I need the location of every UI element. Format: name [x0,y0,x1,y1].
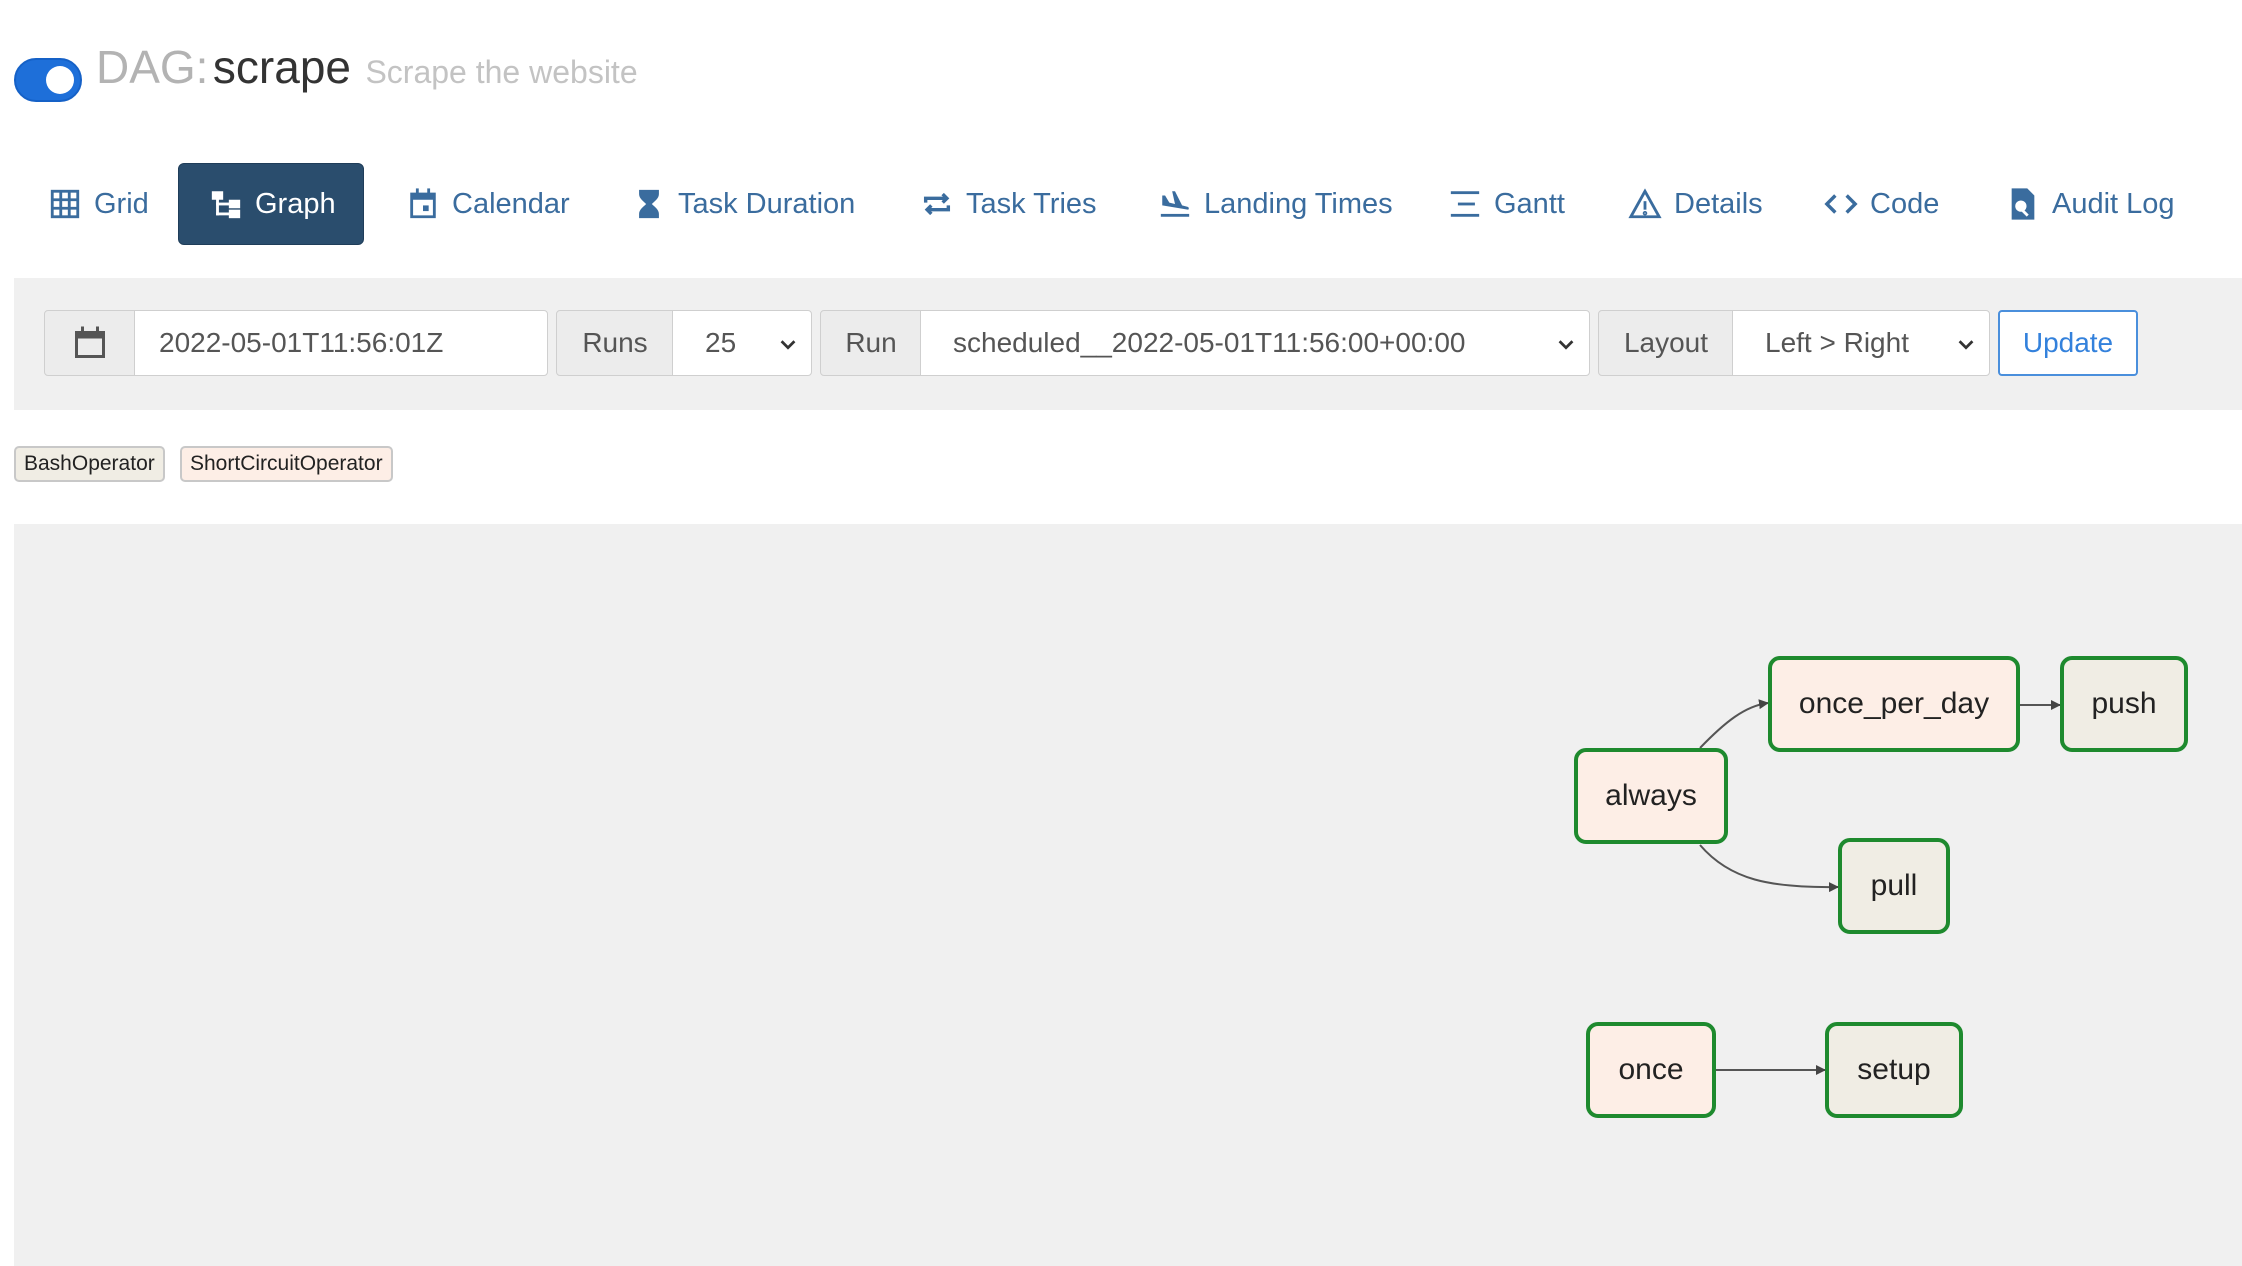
legend-shortcircuit-operator[interactable]: ShortCircuitOperator [180,446,393,482]
graph-toolbar: 2022-05-01T11:56:01Z Runs 25 Run schedul… [14,278,2242,410]
run-select[interactable]: scheduled__2022-05-01T11:56:00+00:00 [920,310,1590,376]
hourglass-icon [639,189,659,219]
pause-toggle[interactable] [14,58,82,102]
grid-icon [50,189,80,219]
calendar-icon [75,326,105,358]
dag-description: Scrape the website [365,54,638,90]
update-button[interactable]: Update [1998,310,2138,376]
base-date-input[interactable]: 2022-05-01T11:56:01Z [134,310,548,376]
page-title: DAG: scrape Scrape the website [96,44,638,90]
graph-icon [211,191,241,219]
legend-bash-operator[interactable]: BashOperator [14,446,165,482]
gantt-icon [1450,191,1480,217]
layout-select[interactable]: Left > Right [1732,310,1990,376]
tab-label: Graph [255,187,336,220]
task-node-pull[interactable]: pull [1838,838,1950,934]
toggle-knob [46,66,74,94]
tab-audit-log[interactable]: Audit Log [1992,163,2189,245]
tab-label: Details [1674,187,1763,220]
tab-label: Landing Times [1204,187,1393,220]
run-label: Run [820,310,922,376]
tab-label: Task Tries [966,187,1097,220]
date-picker-button[interactable] [44,310,136,376]
tab-graph[interactable]: Graph [178,163,364,245]
tab-details[interactable]: Details [1614,163,1777,245]
tab-code[interactable]: Code [1810,163,1953,245]
tab-label: Gantt [1494,187,1565,220]
tab-gantt[interactable]: Gantt [1434,163,1579,245]
tab-label: Task Duration [678,187,856,220]
code-icon [1824,194,1858,214]
tab-label: Grid [94,187,149,220]
tab-grid[interactable]: Grid [34,163,163,245]
dag-label: DAG: [96,41,209,93]
task-node-push[interactable]: push [2060,656,2188,752]
tab-landing-times[interactable]: Landing Times [1144,163,1407,245]
task-node-once_per_day[interactable]: once_per_day [1768,656,2020,752]
chevron-down-icon [1958,340,1974,350]
chevron-down-icon [780,340,796,350]
runs-value: 25 [705,327,737,358]
runs-select[interactable]: 25 [672,310,812,376]
run-value: scheduled__2022-05-01T11:56:00+00:00 [953,327,1466,358]
layout-value: Left > Right [1765,327,1909,358]
tab-task-tries[interactable]: Task Tries [906,163,1111,245]
retry-icon [923,192,951,216]
tab-task-duration[interactable]: Task Duration [618,163,869,245]
landing-icon [1160,191,1190,217]
tab-label: Calendar [452,187,570,220]
task-node-setup[interactable]: setup [1825,1022,1963,1118]
task-node-once[interactable]: once [1586,1022,1716,1118]
chevron-down-icon [1558,340,1574,350]
dag-id: scrape [212,41,351,93]
tab-label: Code [1870,187,1940,220]
task-node-always[interactable]: always [1574,748,1728,844]
tab-label: Audit Log [2052,187,2175,220]
file-search-icon [2011,188,2035,220]
calendar-icon [410,188,436,219]
tab-calendar[interactable]: Calendar [392,163,584,245]
warning-triangle-icon [1628,188,1662,219]
runs-label: Runs [556,310,674,376]
layout-label: Layout [1598,310,1734,376]
